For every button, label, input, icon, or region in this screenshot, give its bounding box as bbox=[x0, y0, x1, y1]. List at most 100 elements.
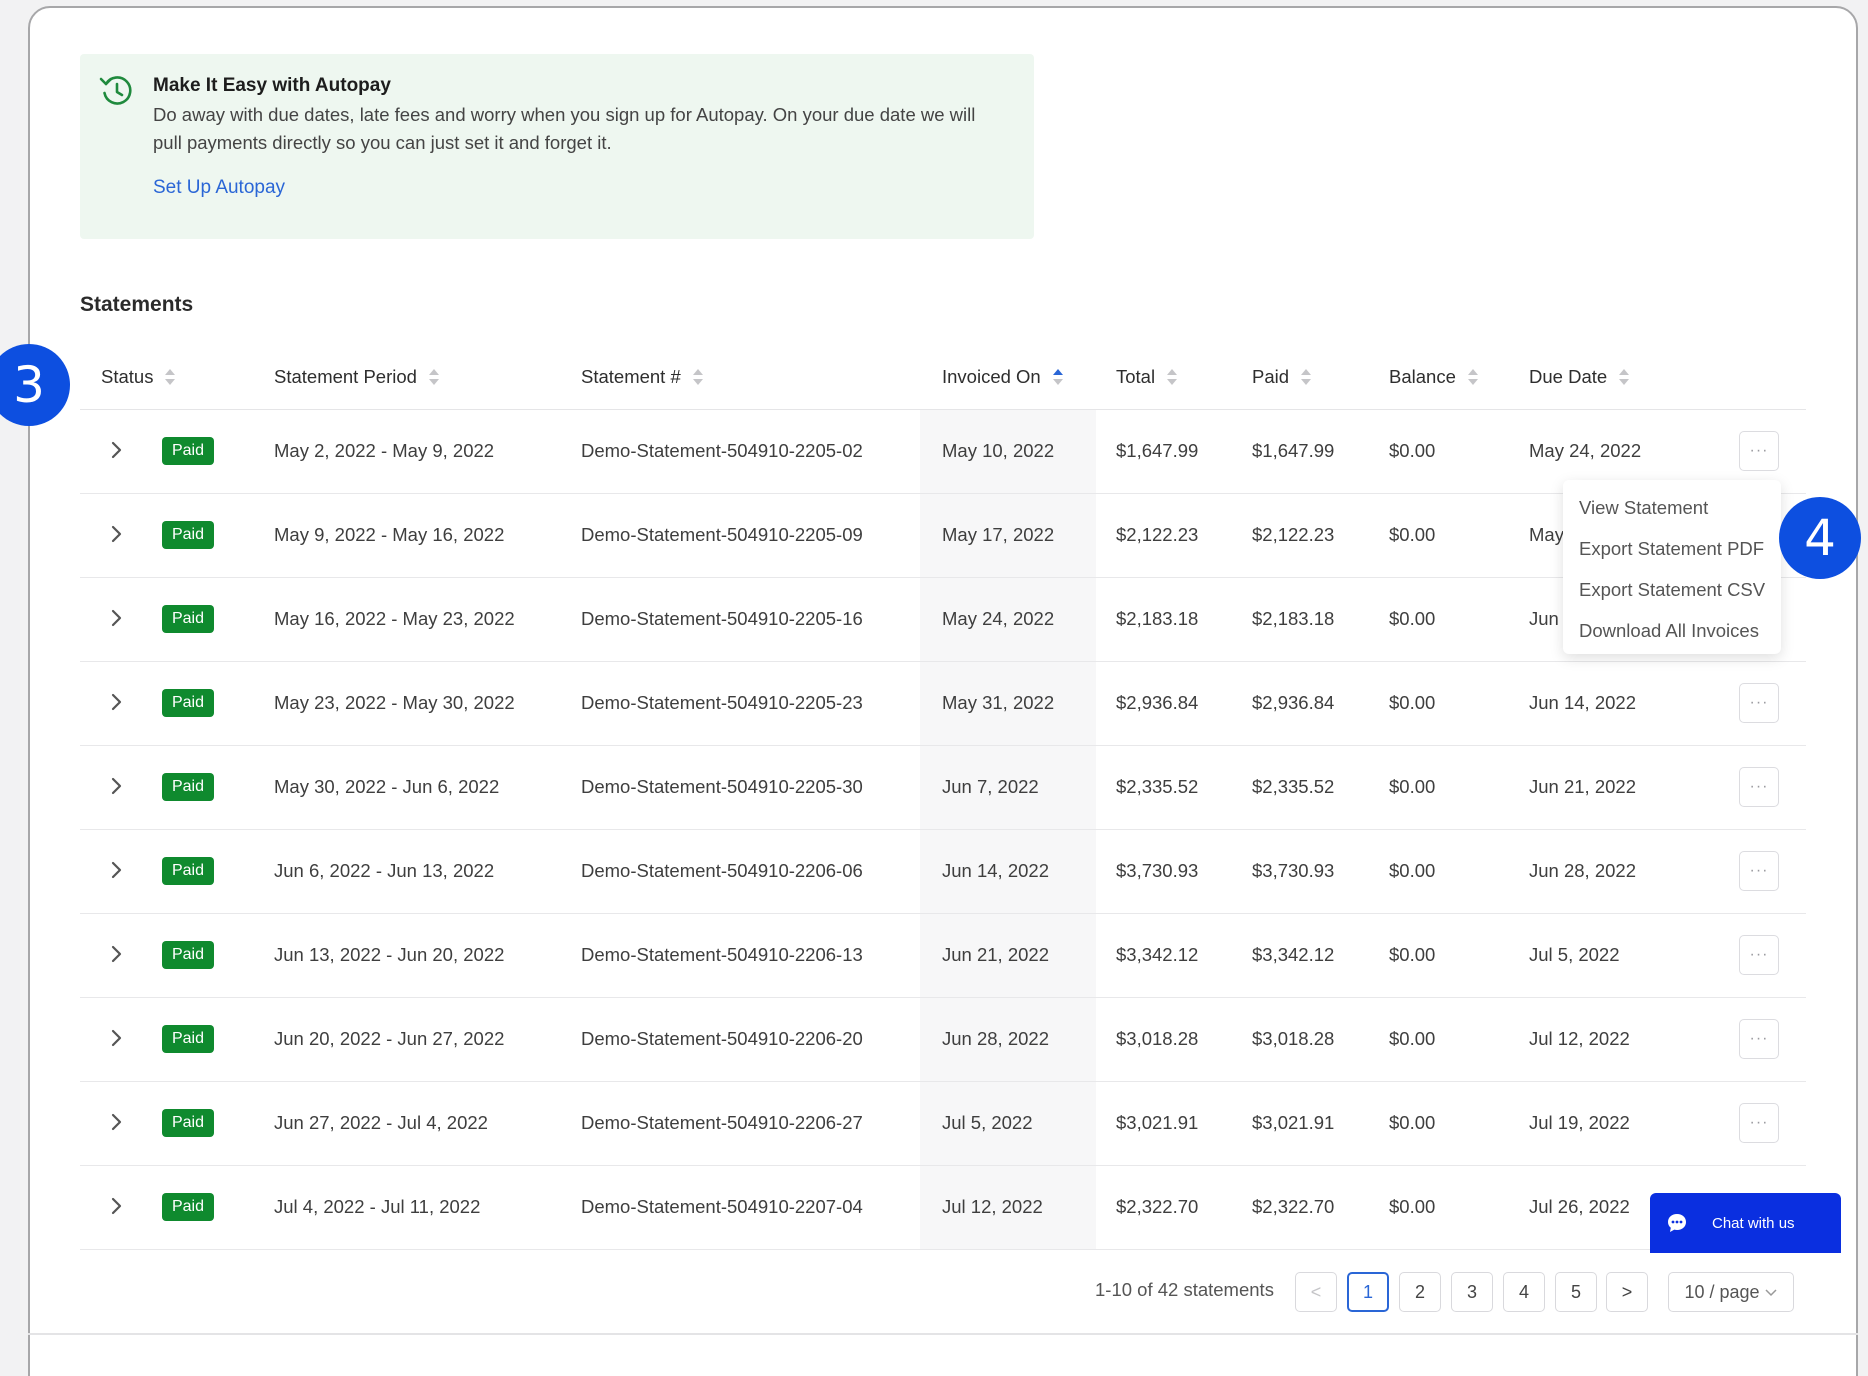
autopay-banner: Make It Easy with Autopay Do away with d… bbox=[80, 54, 1034, 239]
cell-paid: $3,730.93 bbox=[1252, 860, 1335, 881]
cell-due: May bbox=[1529, 524, 1564, 545]
table-row: Paid May 2, 2022 - May 9, 2022 Demo-Statem… bbox=[80, 410, 1806, 494]
pagination-info: 1-10 of 42 statements bbox=[1095, 1279, 1274, 1300]
cell-total: $2,936.84 bbox=[1116, 692, 1199, 713]
expand-chevron-icon[interactable] bbox=[107, 689, 127, 715]
cell-paid: $2,122.23 bbox=[1252, 524, 1335, 545]
expand-chevron-icon[interactable] bbox=[107, 773, 127, 799]
cell-paid: $2,936.84 bbox=[1252, 692, 1335, 713]
cell-due: Jul 19, 2022 bbox=[1529, 1112, 1630, 1133]
row-actions-button[interactable]: ··· bbox=[1739, 935, 1779, 975]
history-icon bbox=[99, 76, 132, 105]
chat-label: Chat with us bbox=[1712, 1214, 1795, 1232]
cell-balance: $0.00 bbox=[1389, 1028, 1436, 1049]
cell-due: Jul 26, 2022 bbox=[1529, 1196, 1630, 1217]
page-size-select[interactable]: 10 / page bbox=[1668, 1272, 1794, 1312]
status-badge: Paid bbox=[162, 437, 214, 465]
table-row: Paid Jun 6, 2022 - Jun 13, 2022 Demo-State… bbox=[80, 830, 1806, 914]
expand-chevron-icon[interactable] bbox=[107, 1109, 127, 1135]
row-actions-button[interactable]: ··· bbox=[1739, 1019, 1779, 1059]
status-badge: Paid bbox=[162, 857, 214, 885]
row-actions-button[interactable]: ··· bbox=[1739, 683, 1779, 723]
chevron-down-icon bbox=[1765, 1289, 1777, 1297]
row-actions-button[interactable]: ··· bbox=[1739, 767, 1779, 807]
col-invoiced[interactable]: Invoiced On bbox=[942, 366, 1063, 388]
cell-total: $3,018.28 bbox=[1116, 1028, 1199, 1049]
cell-balance: $0.00 bbox=[1389, 944, 1436, 965]
expand-chevron-icon[interactable] bbox=[107, 1025, 127, 1051]
banner-text: Do away with due dates, late fees and wo… bbox=[153, 104, 976, 153]
col-status[interactable]: Status bbox=[101, 366, 176, 388]
cell-paid: $3,342.12 bbox=[1252, 944, 1335, 965]
cell-balance: $0.00 bbox=[1389, 1196, 1436, 1217]
table-row: Paid Jul 4, 2022 - Jul 11, 2022 Demo-State… bbox=[80, 1166, 1806, 1250]
cell-total: $3,730.93 bbox=[1116, 860, 1199, 881]
cell-total: $2,122.23 bbox=[1116, 524, 1199, 545]
cell-invoiced: Jun 28, 2022 bbox=[942, 1028, 1049, 1049]
menu-export-csv[interactable]: Export Statement CSV bbox=[1563, 574, 1781, 615]
chat-with-us-button[interactable]: Chat with us bbox=[1650, 1193, 1841, 1253]
expand-chevron-icon[interactable] bbox=[107, 941, 127, 967]
cell-period: May 9, 2022 - May 16, 2022 bbox=[274, 524, 505, 545]
cell-total: $1,647.99 bbox=[1116, 440, 1199, 461]
sort-icon bbox=[165, 367, 176, 387]
sort-icon bbox=[1301, 367, 1312, 387]
col-due[interactable]: Due Date bbox=[1529, 366, 1630, 388]
expand-chevron-icon[interactable] bbox=[107, 521, 127, 547]
expand-chevron-icon[interactable] bbox=[107, 857, 127, 883]
cell-total: $2,322.70 bbox=[1116, 1196, 1199, 1217]
cell-balance: $0.00 bbox=[1389, 440, 1436, 461]
table-row: Paid May 23, 2022 - May 30, 2022 Demo-Stat… bbox=[80, 662, 1806, 746]
page-button-1[interactable]: 1 bbox=[1347, 1272, 1389, 1312]
expand-chevron-icon[interactable] bbox=[107, 605, 127, 631]
cell-invoiced: May 31, 2022 bbox=[942, 692, 1055, 713]
cell-period: May 23, 2022 - May 30, 2022 bbox=[274, 692, 515, 713]
status-badge: Paid bbox=[162, 521, 214, 549]
status-badge: Paid bbox=[162, 773, 214, 801]
page-button-5[interactable]: 5 bbox=[1555, 1272, 1597, 1312]
cell-paid: $2,322.70 bbox=[1252, 1196, 1335, 1217]
status-badge: Paid bbox=[162, 605, 214, 633]
row-actions-button[interactable]: ··· bbox=[1739, 1103, 1779, 1143]
page-button-3[interactable]: 3 bbox=[1451, 1272, 1493, 1312]
cell-balance: $0.00 bbox=[1389, 692, 1436, 713]
callout-badge-4: 4 bbox=[1779, 497, 1861, 579]
cell-paid: $2,335.52 bbox=[1252, 776, 1335, 797]
cell-total: $2,183.18 bbox=[1116, 608, 1199, 629]
page-button-2[interactable]: 2 bbox=[1399, 1272, 1441, 1312]
next-page-button[interactable]: > bbox=[1606, 1272, 1648, 1312]
cell-balance: $0.00 bbox=[1389, 776, 1436, 797]
row-actions-button[interactable]: ··· bbox=[1739, 431, 1779, 471]
menu-download-invoices[interactable]: Download All Invoices bbox=[1563, 615, 1781, 656]
page-button-4[interactable]: 4 bbox=[1503, 1272, 1545, 1312]
menu-export-pdf[interactable]: Export Statement PDF bbox=[1563, 533, 1781, 574]
cell-paid: $1,647.99 bbox=[1252, 440, 1335, 461]
expand-chevron-icon[interactable] bbox=[107, 1193, 127, 1219]
row-actions-menu: View Statement Export Statement PDF Expo… bbox=[1563, 480, 1781, 654]
cell-period: May 30, 2022 - Jun 6, 2022 bbox=[274, 776, 500, 797]
cell-invoiced: Jun 7, 2022 bbox=[942, 776, 1039, 797]
cell-number: Demo-Statement-504910-2206-27 bbox=[581, 1112, 863, 1133]
col-balance[interactable]: Balance bbox=[1389, 366, 1478, 388]
menu-view-statement[interactable]: View Statement bbox=[1563, 492, 1781, 533]
chat-icon bbox=[1668, 1214, 1686, 1232]
row-actions-button[interactable]: ··· bbox=[1739, 851, 1779, 891]
cell-due: Jun 14, 2022 bbox=[1529, 692, 1636, 713]
cell-period: May 2, 2022 - May 9, 2022 bbox=[274, 440, 495, 461]
table-row: Paid May 9, 2022 - May 16, 2022 Demo-State… bbox=[80, 494, 1806, 578]
prev-page-button[interactable]: < bbox=[1295, 1272, 1337, 1312]
sort-asc-icon bbox=[1052, 367, 1063, 387]
cell-number: Demo-Statement-504910-2205-09 bbox=[581, 524, 863, 545]
setup-autopay-link[interactable]: Set Up Autopay bbox=[153, 177, 285, 199]
col-total[interactable]: Total bbox=[1116, 366, 1178, 388]
cell-total: $3,021.91 bbox=[1116, 1112, 1199, 1133]
col-number[interactable]: Statement # bbox=[581, 366, 703, 388]
col-period[interactable]: Statement Period bbox=[274, 366, 439, 388]
cell-paid: $3,021.91 bbox=[1252, 1112, 1335, 1133]
col-paid[interactable]: Paid bbox=[1252, 366, 1312, 388]
table-row: Paid May 30, 2022 - Jun 6, 2022 Demo-State… bbox=[80, 746, 1806, 830]
sort-icon bbox=[1619, 367, 1630, 387]
cell-invoiced: Jun 14, 2022 bbox=[942, 860, 1049, 881]
status-badge: Paid bbox=[162, 1193, 214, 1221]
expand-chevron-icon[interactable] bbox=[107, 437, 127, 463]
